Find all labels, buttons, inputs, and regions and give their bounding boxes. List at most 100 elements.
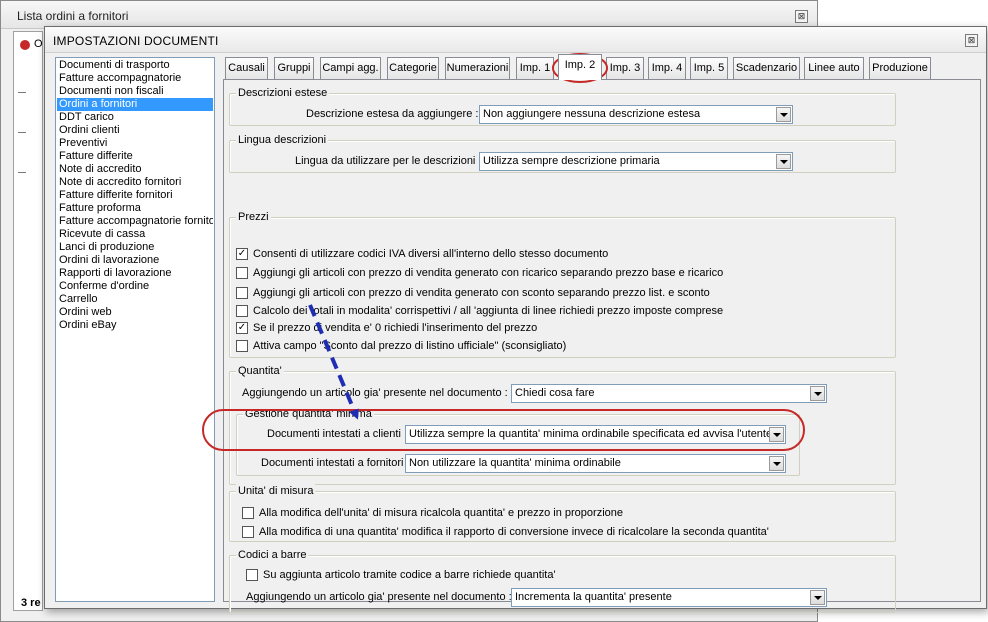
group-prezzi: Prezzi ✓ Consenti di utilizzare codici I… [229, 210, 896, 358]
list-item[interactable]: Fatture differite [57, 150, 213, 163]
list-item[interactable]: Note di accredito fornitori [57, 176, 213, 189]
list-item[interactable]: Fatture accompagnatorie [57, 72, 213, 85]
background-divider [18, 92, 26, 93]
group-title: Prezzi [236, 210, 271, 224]
checkbox[interactable] [246, 569, 258, 581]
chevron-down-icon[interactable] [769, 456, 784, 471]
list-item[interactable]: Ordini di lavorazione [57, 254, 213, 267]
tab-imp-2[interactable]: Imp. 2 [558, 54, 602, 80]
group-title: Unita' di misura [236, 484, 316, 498]
settings-dialog: IMPOSTAZIONI DOCUMENTI ⊠ Documenti di tr… [44, 26, 987, 613]
list-item[interactable]: Ricevute di cassa [57, 228, 213, 241]
group-lingua-descrizioni: Lingua descrizioni Lingua da utilizzare … [229, 133, 896, 173]
lingua-select[interactable]: Utilizza sempre descrizione primaria [479, 152, 793, 171]
background-window-title: Lista ordini a fornitori [17, 9, 129, 23]
tab-produzione[interactable]: Produzione [869, 57, 931, 79]
group-unita-misura: Unita' di misura Alla modifica dell'unit… [229, 484, 896, 542]
checkbox[interactable] [236, 305, 248, 317]
checkbox-label: Calcolo dei totali in modalita' corrispe… [253, 305, 724, 317]
fornitori-quantita-select[interactable]: Non utilizzare la quantita' minima ordin… [405, 454, 786, 473]
list-item[interactable]: Documenti non fiscali [57, 85, 213, 98]
group-title: Gestione quantita' minima [243, 407, 374, 421]
codici-barre-label: Aggiungendo un articolo gia' presente ne… [246, 591, 512, 603]
checkbox-label: Se il prezzo di vendita e' 0 richiedi l'… [253, 322, 538, 334]
group-title: Quantita' [236, 364, 284, 378]
group-codici-barre: Codici a barre Su aggiunta articolo tram… [229, 548, 896, 613]
group-title: Codici a barre [236, 548, 309, 562]
list-item[interactable]: DDT carico [57, 111, 213, 124]
list-item[interactable]: Rapporti di lavorazione [57, 267, 213, 280]
checkbox[interactable] [236, 340, 248, 352]
chevron-down-icon[interactable] [776, 107, 791, 122]
checkbox[interactable] [236, 267, 248, 279]
checkbox-label: Aggiungi gli articoli con prezzo di vend… [253, 267, 724, 279]
tab-categorie[interactable]: Categorie [387, 57, 439, 79]
lingua-label: Lingua da utilizzare per le descrizioni … [295, 155, 482, 167]
background-status: 3 re [21, 597, 41, 609]
list-item[interactable]: Ordini web [57, 306, 213, 319]
list-item[interactable]: Documenti di trasporto [57, 59, 213, 72]
list-item[interactable]: Fatture proforma [57, 202, 213, 215]
clienti-quantita-select[interactable]: Utilizza sempre la quantita' minima ordi… [405, 425, 786, 444]
tab-imp-5[interactable]: Imp. 5 [690, 57, 728, 79]
document-type-list[interactable]: Documenti di trasporto Fatture accompagn… [55, 57, 215, 602]
codici-barre-select[interactable]: Incrementa la quantita' presente [511, 588, 827, 607]
tab-numerazioni[interactable]: Numerazioni [445, 57, 510, 79]
background-fragment: O [34, 38, 43, 50]
list-item[interactable]: Note di accredito [57, 163, 213, 176]
checkbox[interactable] [242, 507, 254, 519]
list-item[interactable]: Fatture differite fornitori [57, 189, 213, 202]
tab-scadenzario[interactable]: Scadenzario [733, 57, 800, 79]
checkbox[interactable] [242, 526, 254, 538]
checkbox-label: Aggiungi gli articoli con prezzo di vend… [253, 287, 710, 299]
chevron-down-icon[interactable] [769, 427, 784, 442]
select-value: Utilizza sempre la quantita' minima ordi… [409, 428, 773, 440]
list-item[interactable]: Fatture accompagnatorie fornitori [57, 215, 213, 228]
checkbox[interactable] [236, 287, 248, 299]
descrizione-estesa-select[interactable]: Non aggiungere nessuna descrizione estes… [479, 105, 793, 124]
group-title: Lingua descrizioni [236, 133, 329, 147]
list-item[interactable]: Preventivi [57, 137, 213, 150]
background-panel: O [13, 31, 43, 611]
quantita-select[interactable]: Chiedi cosa fare [511, 384, 827, 403]
chevron-down-icon[interactable] [810, 590, 825, 605]
select-value: Chiedi cosa fare [515, 387, 595, 399]
select-value: Incrementa la quantita' presente [515, 591, 672, 603]
checkbox-label: Su aggiunta articolo tramite codice a ba… [263, 569, 556, 581]
list-item[interactable]: Lanci di produzione [57, 241, 213, 254]
fornitori-label: Documenti intestati a fornitori : [261, 457, 410, 469]
list-item[interactable]: Conferme d'ordine [57, 280, 213, 293]
list-item-selected[interactable]: Ordini a fornitori [57, 98, 213, 111]
checkbox[interactable]: ✓ [236, 248, 248, 260]
tab-campi-agg[interactable]: Campi agg. [320, 57, 381, 79]
quantita-label: Aggiungendo un articolo gia' presente ne… [242, 387, 508, 399]
dialog-close-icon[interactable]: ⊠ [965, 34, 978, 47]
select-value: Utilizza sempre descrizione primaria [483, 155, 660, 167]
red-record-icon [20, 40, 30, 50]
tab-imp-3[interactable]: Imp. 3 [606, 57, 644, 79]
list-item[interactable]: Ordini clienti [57, 124, 213, 137]
group-descrizioni-estese: Descrizioni estese Descrizione estesa da… [229, 86, 896, 126]
tab-imp-1[interactable]: Imp. 1 [516, 57, 554, 79]
group-quantita: Quantita' Aggiungendo un articolo gia' p… [229, 364, 896, 485]
dialog-titlebar: IMPOSTAZIONI DOCUMENTI ⊠ [45, 27, 986, 53]
group-title: Descrizioni estese [236, 86, 330, 100]
background-divider [18, 172, 26, 173]
tab-panel-imp-2: Descrizioni estese Descrizione estesa da… [223, 79, 981, 613]
dialog-title: IMPOSTAZIONI DOCUMENTI [53, 34, 219, 48]
list-item[interactable]: Carrello [57, 293, 213, 306]
select-value: Non aggiungere nessuna descrizione estes… [483, 108, 701, 120]
checkbox-label: Alla modifica di una quantita' modifica … [259, 526, 769, 538]
background-close-icon[interactable]: ⊠ [795, 10, 808, 23]
checkbox-label: Attiva campo "Sconto dal prezzo di listi… [253, 340, 567, 352]
tab-gruppi[interactable]: Gruppi [274, 57, 314, 79]
background-titlebar: Lista ordini a fornitori ⊠ [1, 1, 817, 29]
chevron-down-icon[interactable] [810, 386, 825, 401]
background-divider [18, 132, 26, 133]
chevron-down-icon[interactable] [776, 154, 791, 169]
tab-causali[interactable]: Causali [225, 57, 268, 79]
checkbox[interactable]: ✓ [236, 322, 248, 334]
tab-imp-4[interactable]: Imp. 4 [648, 57, 686, 79]
tab-linee-auto[interactable]: Linee auto [804, 57, 864, 79]
list-item[interactable]: Ordini eBay [57, 319, 213, 332]
